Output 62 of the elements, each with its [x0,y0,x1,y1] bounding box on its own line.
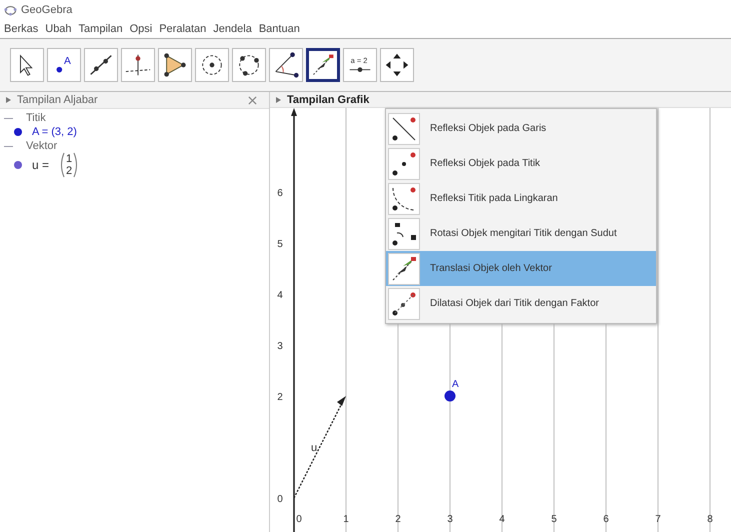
y-tick-label: 6 [277,188,283,199]
panel-toggle-icon[interactable] [276,96,281,102]
menu-item[interactable]: Ubah [45,23,72,35]
tool-button[interactable] [158,48,192,82]
menu-item[interactable]: Berkas [4,23,38,35]
vector-name: u = [32,158,50,172]
menu-item[interactable]: Opsi [130,23,152,35]
close-panel-icon[interactable] [248,96,257,104]
line-points-icon [388,112,420,144]
right-parenthesis-icon [73,152,80,178]
tool-button[interactable] [121,48,155,82]
dropdown-item[interactable]: Refleksi Objek pada Titik [386,146,656,181]
point-label: A [452,379,459,390]
x-tick-label: 2 [395,514,401,525]
x-tick-label: 5 [551,514,557,525]
y-tick-label: 5 [277,239,283,250]
dropdown-item[interactable]: Translasi Objek oleh Vektor [386,251,656,286]
point-marker [444,390,456,402]
panel-title: Tampilan Grafik [287,94,370,106]
tool-button[interactable] [195,48,229,82]
dropdown-item[interactable]: Dilatasi Objek dari Titik dengan Faktor [386,286,656,321]
tool-button[interactable] [232,48,266,82]
arc-points-icon [388,182,420,214]
visibility-dot[interactable] [14,161,22,169]
menu-item[interactable]: Tampilan [78,23,123,35]
window-title: GeoGebra [21,4,72,16]
y-tick-label: 2 [277,392,283,403]
vector-components: 1 2 [59,152,80,178]
category-label: Vektor [25,140,58,152]
point-definition: A = (3, 2) [32,126,77,138]
dropdown-item[interactable]: Rotasi Objek mengitari Titik dengan Sudut [386,216,656,251]
x-tick-label: 8 [707,514,713,525]
tool-button[interactable] [269,48,303,82]
panel-toggle-icon[interactable] [6,97,11,103]
menu-item[interactable]: Peralatan [159,23,206,35]
category-label: Titik [25,112,46,124]
menu-item[interactable]: Jendela [213,23,252,35]
panel-title: Tampilan Aljabar [17,94,98,106]
y-tick-label: 3 [277,341,283,352]
x-tick-label: 0 [296,514,302,525]
x-tick-label: 4 [499,514,505,525]
dropdown-item[interactable]: Refleksi Titik pada Lingkaran [386,181,656,216]
menu-item[interactable]: Bantuan [258,23,300,35]
rotation-points-icon [388,218,420,250]
move-arrows-icon [383,51,411,79]
tool-button[interactable] [84,48,118,82]
dropdown-item[interactable]: Refleksi Objek pada Garis [386,111,656,146]
left-parenthesis-icon [59,152,66,178]
y-tick-label: 0 [277,494,283,505]
x-tick-label: 7 [655,514,661,525]
dilation-points-icon [388,288,420,320]
tool-button[interactable] [306,48,340,82]
x-tick-label: 6 [603,514,609,525]
tool-button[interactable] [10,48,44,82]
visibility-dot[interactable] [14,128,22,136]
vector-label: u [311,442,318,454]
app-logo-icon [4,4,17,16]
three-points-icon [388,148,420,180]
x-tick-label: 1 [343,514,349,525]
x-tick-label: 3 [447,514,453,525]
tool-button[interactable] [380,48,414,82]
y-tick-label: 4 [277,290,283,301]
